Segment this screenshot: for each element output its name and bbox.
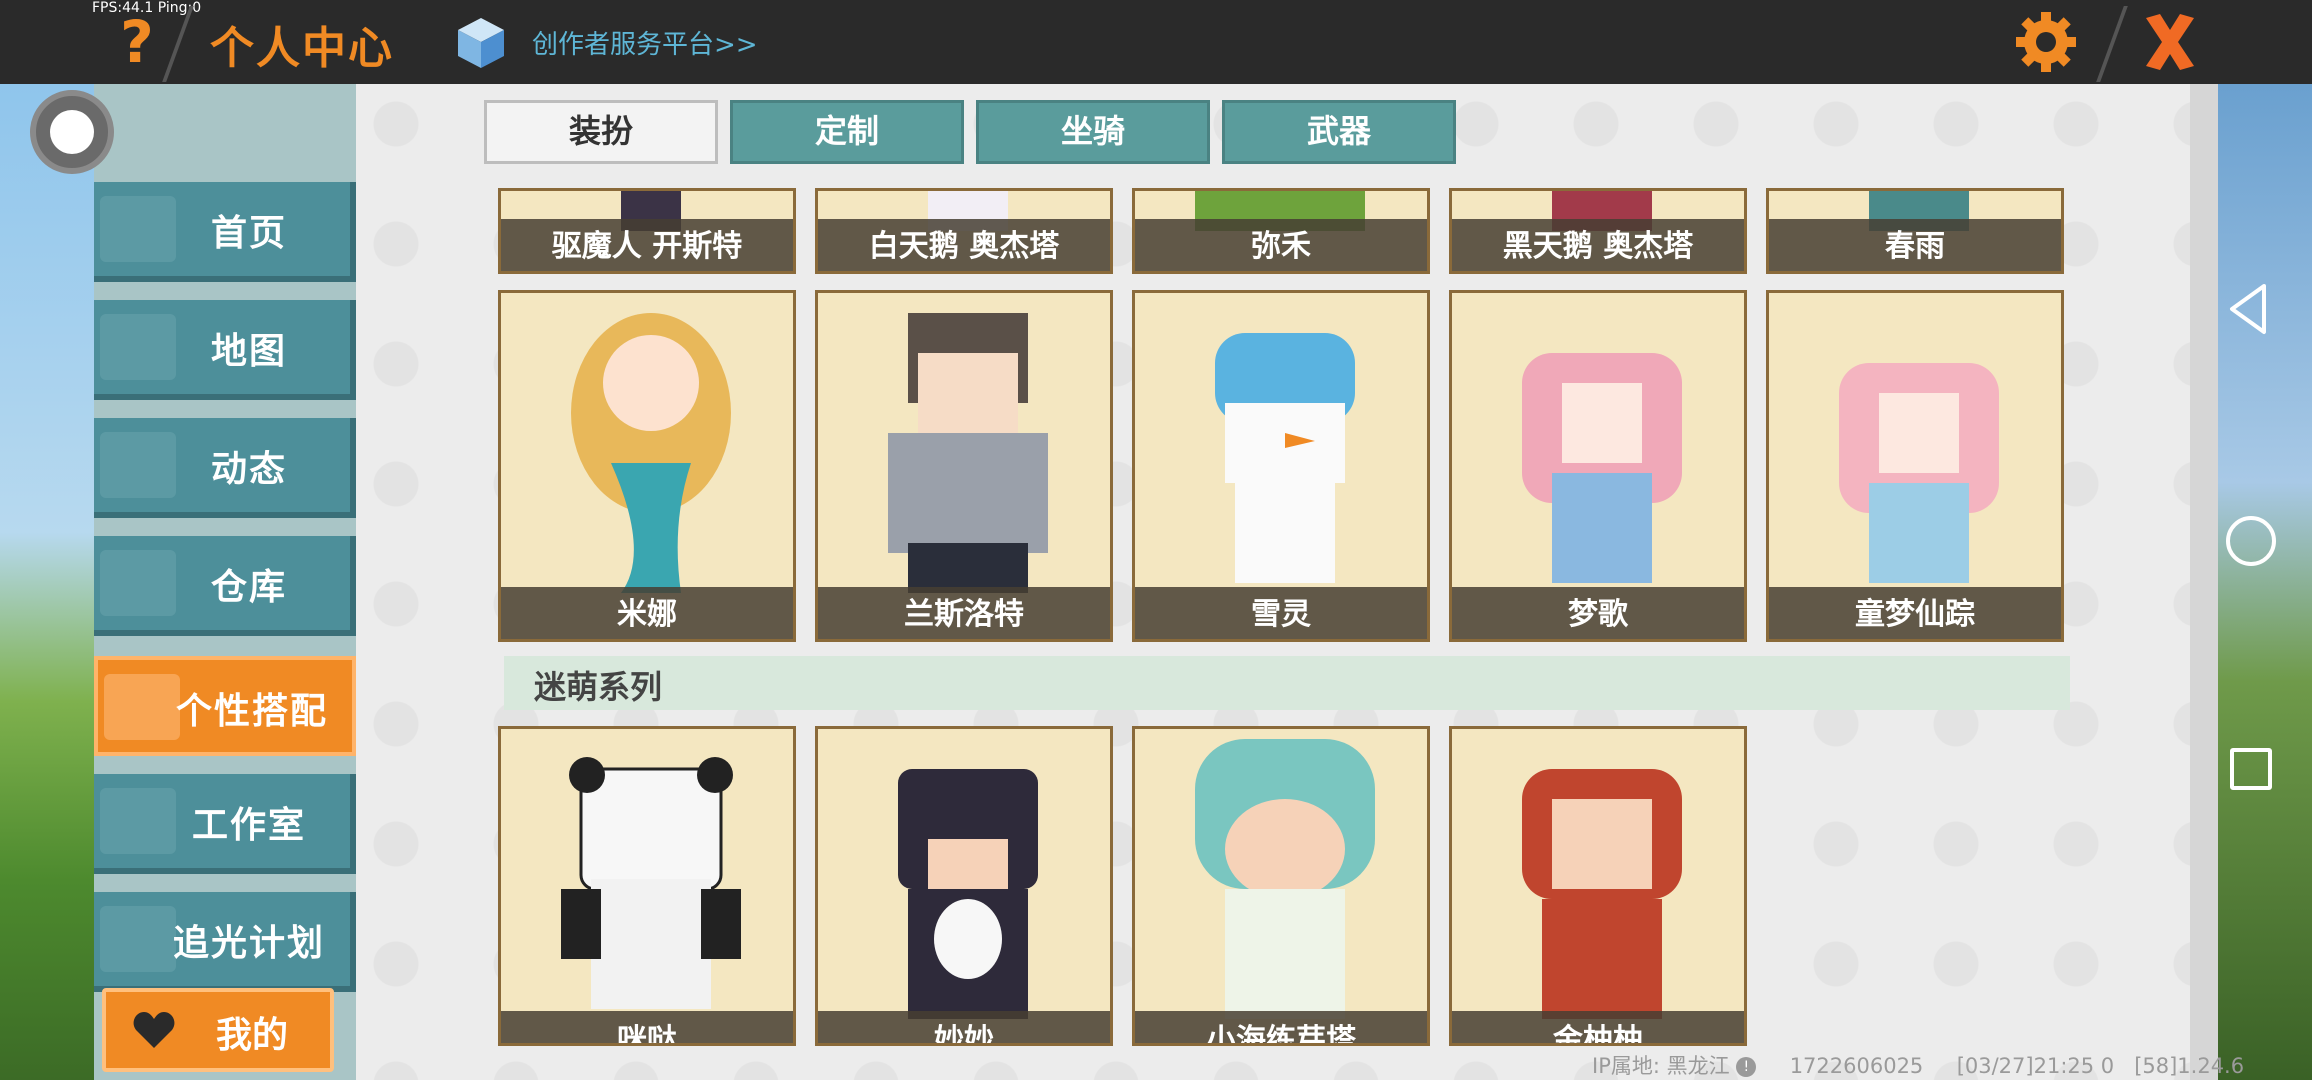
recent-apps-icon[interactable] bbox=[2230, 748, 2272, 790]
outfit-card[interactable]: 春雨 bbox=[1766, 188, 2064, 274]
close-icon[interactable] bbox=[2138, 8, 2202, 76]
sidebar-item-map[interactable]: 地图 bbox=[94, 300, 356, 400]
scrollbar[interactable] bbox=[2190, 84, 2218, 1080]
outfit-card[interactable]: 米娜 bbox=[498, 290, 796, 642]
outfit-name: 梦歌 bbox=[1568, 597, 1628, 632]
background-scenery-right bbox=[2212, 84, 2312, 1080]
back-nav-icon[interactable] bbox=[2228, 282, 2268, 336]
outfit-name: 春雨 bbox=[1885, 229, 1945, 264]
sidebar-item-label: 个性搭配 bbox=[175, 691, 328, 732]
outfit-portrait bbox=[898, 769, 1038, 1019]
outfit-name: 驱魔人 开斯特 bbox=[551, 229, 743, 264]
outfit-card[interactable]: 金柚柚 bbox=[1449, 726, 1747, 1046]
outfit-name: 雪灵 bbox=[1251, 597, 1311, 632]
outfit-card[interactable]: 妙妙 bbox=[815, 726, 1113, 1046]
floating-assist-button[interactable] bbox=[30, 90, 114, 174]
outfit-card[interactable]: 黑天鹅 奥杰塔 bbox=[1449, 188, 1747, 274]
outfit-name: 黑天鹅 奥杰塔 bbox=[1502, 229, 1694, 264]
tab-outfit[interactable]: 装扮 bbox=[484, 100, 718, 164]
outfit-name: 童梦仙踪 bbox=[1855, 597, 1975, 632]
section-header bbox=[504, 656, 2070, 710]
outfit-portrait bbox=[1195, 739, 1375, 1019]
outfit-name: 米娜 bbox=[617, 597, 677, 632]
outfit-card[interactable]: 白天鹅 奥杰塔 bbox=[815, 188, 1113, 274]
home-nav-icon[interactable] bbox=[2226, 516, 2276, 566]
mine-label: 我的 bbox=[216, 1015, 289, 1056]
tab-custom[interactable]: 定制 bbox=[730, 100, 964, 164]
heart-icon bbox=[133, 1012, 175, 1048]
sidebar-item-label: 追光计划 bbox=[172, 923, 325, 964]
outfit-card[interactable]: 驱魔人 开斯特 bbox=[498, 188, 796, 274]
outfit-card[interactable]: 童梦仙踪 bbox=[1766, 290, 2064, 642]
ip-location: IP属地: 黑龙江 bbox=[1592, 1054, 1730, 1078]
creator-platform-link[interactable]: 创作者服务平台>> bbox=[532, 24, 758, 61]
mine-button[interactable]: 我的 bbox=[102, 988, 334, 1072]
divider bbox=[2096, 6, 2128, 82]
section-title: 迷萌系列 bbox=[534, 668, 663, 706]
tab-mount[interactable]: 坐骑 bbox=[976, 100, 1210, 164]
footer-info: IP属地: 黑龙江 ! 1722606025 [03/27]21:25 0 [5… bbox=[1592, 1050, 2244, 1080]
user-id: 1722606025 bbox=[1789, 1054, 1924, 1078]
cube-icon[interactable] bbox=[456, 16, 506, 70]
sidebar-item-label: 动态 bbox=[210, 449, 287, 490]
top-bar: FPS:44.1 Ping:0 ? 个人中心 创作者服务平台>> bbox=[0, 0, 2312, 84]
page-title: 个人中心 bbox=[210, 23, 394, 74]
sidebar-item-home[interactable]: 首页 bbox=[94, 182, 356, 282]
version: [58]1.24.6 bbox=[2134, 1054, 2245, 1078]
sidebar-item-label: 地图 bbox=[210, 331, 287, 372]
sidebar-item-label: 仓库 bbox=[210, 567, 287, 608]
outfit-card[interactable]: 兰斯洛特 bbox=[815, 290, 1113, 642]
outfit-card[interactable]: 咪哒 bbox=[498, 726, 796, 1046]
sidebar-item-label: 工作室 bbox=[191, 805, 306, 846]
outfit-card[interactable]: 梦歌 bbox=[1449, 290, 1747, 642]
sidebar-item-spotlight[interactable]: 追光计划 bbox=[94, 892, 356, 992]
gear-icon[interactable] bbox=[2014, 10, 2078, 74]
tab-weapon[interactable]: 武器 bbox=[1222, 100, 1456, 164]
outfit-name: 咪哒 bbox=[617, 1023, 677, 1046]
outfit-name: 金柚柚 bbox=[1553, 1023, 1643, 1046]
outfit-card[interactable]: 雪灵 bbox=[1132, 290, 1430, 642]
background-scenery-left bbox=[0, 84, 100, 1080]
outfit-name: 弥禾 bbox=[1251, 229, 1311, 264]
outfit-portrait bbox=[1522, 769, 1682, 1019]
question-mark-icon[interactable]: ? bbox=[112, 10, 162, 74]
sidebar-item-label: 首页 bbox=[210, 213, 287, 254]
divider bbox=[162, 6, 194, 82]
sidebar-item-warehouse[interactable]: 仓库 bbox=[94, 536, 356, 636]
outfit-name: 白天鹅 奥杰塔 bbox=[868, 229, 1060, 264]
outfit-name: 兰斯洛特 bbox=[904, 597, 1024, 632]
info-icon[interactable]: ! bbox=[1736, 1057, 1757, 1077]
outfit-name: 妙妙 bbox=[934, 1023, 994, 1046]
datetime: [03/27]21:25 0 bbox=[1956, 1054, 2115, 1078]
outfit-card[interactable]: 小海练芽塔 bbox=[1132, 726, 1430, 1046]
outfit-card[interactable]: 弥禾 bbox=[1132, 188, 1430, 274]
outfit-name: 小海练芽塔 bbox=[1206, 1023, 1356, 1046]
outfit-portrait bbox=[561, 757, 741, 1009]
sidebar-item-studio[interactable]: 工作室 bbox=[94, 774, 356, 874]
sidebar-item-outfit[interactable]: 个性搭配 bbox=[94, 656, 356, 756]
sidebar-item-feed[interactable]: 动态 bbox=[94, 418, 356, 518]
